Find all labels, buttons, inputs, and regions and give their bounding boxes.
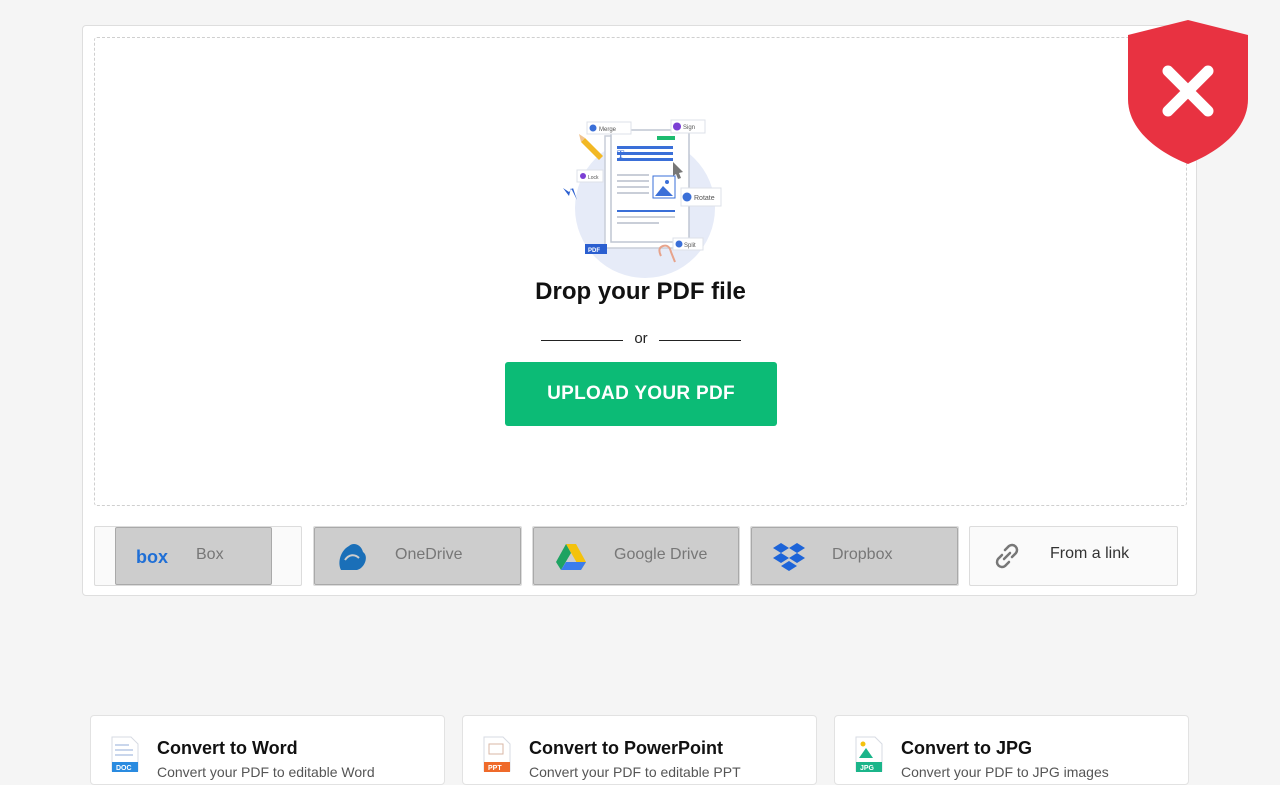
tool-card-convert-word[interactable]: DOC Convert to Word Convert your PDF to … [90, 715, 445, 785]
source-onedrive-label: OneDrive [395, 546, 463, 563]
or-label: or [634, 330, 648, 347]
source-google-drive-label: Google Drive [614, 546, 708, 563]
tool-card-convert-powerpoint[interactable]: PPT Convert to PowerPoint Convert your P… [462, 715, 817, 785]
source-google-drive-button[interactable]: Google Drive [532, 526, 740, 586]
source-from-link-button[interactable]: From a link [969, 526, 1178, 586]
illustration-rotate-label: Rotate [694, 195, 715, 202]
onedrive-icon [339, 544, 366, 570]
source-onedrive-button[interactable]: OneDrive [313, 526, 522, 586]
cloud-source-row: box Box OneDrive Google Drive Dropbox Fr… [94, 526, 1187, 586]
blocked-shield-icon [1128, 20, 1248, 164]
jpg-tag: JPG [860, 765, 875, 772]
page-heading-cutoff [560, 0, 720, 2]
divider-line-right [659, 340, 741, 341]
tool-subtitle-powerpoint: Convert your PDF to editable PPT [529, 764, 741, 780]
illustration-sign-label: Sign [683, 125, 695, 131]
dropzone-title: Drop your PDF file [535, 278, 746, 305]
source-dropbox-label: Dropbox [832, 546, 893, 563]
illustration-lock-label: Lock [588, 175, 599, 181]
ppt-tag: PPT [488, 765, 502, 772]
svg-text:box: box [136, 547, 168, 567]
upload-panel: T Merge Sign Rotate Split Lock PDF Drop … [82, 25, 1197, 596]
source-dropbox-button[interactable]: Dropbox [750, 526, 959, 586]
svg-text:T: T [617, 147, 625, 161]
tool-title-word: Convert to Word [157, 738, 298, 758]
tool-card-convert-jpg[interactable]: JPG Convert to JPG Convert your PDF to J… [834, 715, 1189, 785]
dropbox-icon [773, 543, 805, 571]
source-box-label: Box [196, 546, 224, 563]
jpg-file-icon: JPG [855, 736, 883, 772]
source-box-button[interactable]: box Box [94, 526, 302, 586]
or-divider: or [541, 330, 741, 350]
doc-file-icon: DOC [111, 736, 139, 772]
box-icon: box [136, 547, 168, 567]
pdf-dropzone[interactable]: T Merge Sign Rotate Split Lock PDF Drop … [94, 37, 1187, 506]
illustration-merge-label: Merge [599, 127, 617, 133]
source-from-link-label: From a link [1050, 545, 1130, 562]
tool-subtitle-word: Convert your PDF to editable Word [157, 764, 375, 780]
ppt-file-icon: PPT [483, 736, 511, 772]
illustration-split-label: Split [684, 243, 696, 249]
doc-tag: DOC [116, 765, 132, 772]
pdf-tools-illustration: T Merge Sign Rotate Split Lock PDF [563, 119, 722, 278]
tool-subtitle-jpg: Convert your PDF to JPG images [901, 764, 1109, 780]
tool-title-powerpoint: Convert to PowerPoint [529, 738, 724, 758]
google-drive-icon [556, 544, 586, 570]
upload-pdf-button[interactable]: UPLOAD YOUR PDF [505, 362, 777, 426]
illustration-pdf-label: PDF [588, 248, 600, 254]
tool-title-jpg: Convert to JPG [901, 738, 1033, 758]
link-icon [995, 543, 1019, 569]
